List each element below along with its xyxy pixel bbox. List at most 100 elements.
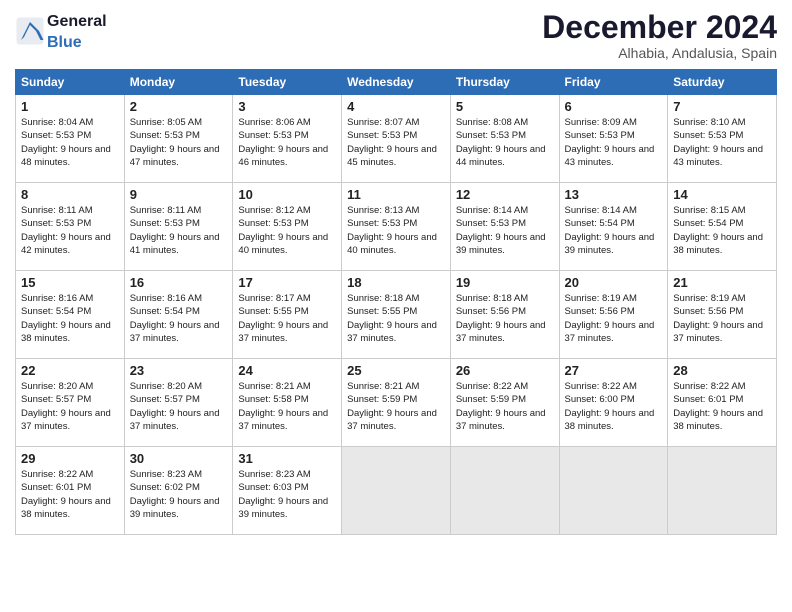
day-info: Sunrise: 8:13 AMSunset: 5:53 PMDaylight:… xyxy=(347,204,445,257)
day-info: Sunrise: 8:16 AMSunset: 5:54 PMDaylight:… xyxy=(21,292,119,345)
day-info: Sunrise: 8:16 AMSunset: 5:54 PMDaylight:… xyxy=(130,292,228,345)
day-number: 11 xyxy=(347,187,445,202)
table-row: 10 Sunrise: 8:12 AMSunset: 5:53 PMDayligh… xyxy=(233,183,342,271)
day-info: Sunrise: 8:17 AMSunset: 5:55 PMDaylight:… xyxy=(238,292,336,345)
table-row: 27 Sunrise: 8:22 AMSunset: 6:00 PMDayligh… xyxy=(559,359,668,447)
location-title: Alhabia, Andalusia, Spain xyxy=(542,45,777,61)
day-info: Sunrise: 8:05 AMSunset: 5:53 PMDaylight:… xyxy=(130,116,228,169)
day-number: 15 xyxy=(21,275,119,290)
day-number: 14 xyxy=(673,187,771,202)
logo-general: General xyxy=(47,13,107,30)
day-info: Sunrise: 8:22 AMSunset: 6:01 PMDaylight:… xyxy=(21,468,119,521)
table-row: 9 Sunrise: 8:11 AMSunset: 5:53 PMDaylight… xyxy=(124,183,233,271)
day-number: 24 xyxy=(238,363,336,378)
day-number: 1 xyxy=(21,99,119,114)
day-number: 9 xyxy=(130,187,228,202)
table-row: 26 Sunrise: 8:22 AMSunset: 5:59 PMDayligh… xyxy=(450,359,559,447)
day-info: Sunrise: 8:23 AMSunset: 6:02 PMDaylight:… xyxy=(130,468,228,521)
day-info: Sunrise: 8:18 AMSunset: 5:56 PMDaylight:… xyxy=(456,292,554,345)
day-number: 30 xyxy=(130,451,228,466)
day-info: Sunrise: 8:06 AMSunset: 5:53 PMDaylight:… xyxy=(238,116,336,169)
table-row: 4 Sunrise: 8:07 AMSunset: 5:53 PMDaylight… xyxy=(342,95,451,183)
logo-blue: Blue xyxy=(47,34,82,51)
day-number: 27 xyxy=(565,363,663,378)
day-number: 29 xyxy=(21,451,119,466)
table-row: 28Sunrise: 8:22 AMSunset: 6:01 PMDayligh… xyxy=(668,359,777,447)
day-info: Sunrise: 8:22 AMSunset: 6:00 PMDaylight:… xyxy=(565,380,663,433)
day-number: 26 xyxy=(456,363,554,378)
table-row: 31Sunrise: 8:23 AMSunset: 6:03 PMDayligh… xyxy=(233,447,342,535)
logo: General Blue xyxy=(15,10,107,52)
table-row: 23Sunrise: 8:20 AMSunset: 5:57 PMDayligh… xyxy=(124,359,233,447)
table-row: 22 Sunrise: 8:20 AMSunset: 5:57 PMDayligh… xyxy=(16,359,125,447)
table-row: 29 Sunrise: 8:22 AMSunset: 6:01 PMDayligh… xyxy=(16,447,125,535)
day-info: Sunrise: 8:11 AMSunset: 5:53 PMDaylight:… xyxy=(130,204,228,257)
header: General Blue December 2024 Alhabia, Anda… xyxy=(15,10,777,61)
table-row: 16 Sunrise: 8:16 AMSunset: 5:54 PMDayligh… xyxy=(124,271,233,359)
day-info: Sunrise: 8:04 AMSunset: 5:53 PMDaylight:… xyxy=(21,116,119,169)
day-number: 3 xyxy=(238,99,336,114)
page: General Blue December 2024 Alhabia, Anda… xyxy=(0,0,792,612)
table-row: 18Sunrise: 8:18 AMSunset: 5:55 PMDayligh… xyxy=(342,271,451,359)
table-row: 17 Sunrise: 8:17 AMSunset: 5:55 PMDayligh… xyxy=(233,271,342,359)
table-row: 14 Sunrise: 8:15 AMSunset: 5:54 PMDayligh… xyxy=(668,183,777,271)
day-info: Sunrise: 8:12 AMSunset: 5:53 PMDaylight:… xyxy=(238,204,336,257)
table-row xyxy=(342,447,451,535)
table-row: 21Sunrise: 8:19 AMSunset: 5:56 PMDayligh… xyxy=(668,271,777,359)
day-info: Sunrise: 8:10 AMSunset: 5:53 PMDaylight:… xyxy=(673,116,771,169)
day-number: 10 xyxy=(238,187,336,202)
calendar-table: Sunday Monday Tuesday Wednesday Thursday… xyxy=(15,69,777,535)
day-info: Sunrise: 8:08 AMSunset: 5:53 PMDaylight:… xyxy=(456,116,554,169)
col-friday: Friday xyxy=(559,70,668,95)
day-info: Sunrise: 8:09 AMSunset: 5:53 PMDaylight:… xyxy=(565,116,663,169)
day-number: 2 xyxy=(130,99,228,114)
day-info: Sunrise: 8:19 AMSunset: 5:56 PMDaylight:… xyxy=(673,292,771,345)
col-tuesday: Tuesday xyxy=(233,70,342,95)
day-number: 20 xyxy=(565,275,663,290)
table-row: 20 Sunrise: 8:19 AMSunset: 5:56 PMDayligh… xyxy=(559,271,668,359)
header-row: Sunday Monday Tuesday Wednesday Thursday… xyxy=(16,70,777,95)
table-row: 30 Sunrise: 8:23 AMSunset: 6:02 PMDayligh… xyxy=(124,447,233,535)
day-info: Sunrise: 8:07 AMSunset: 5:53 PMDaylight:… xyxy=(347,116,445,169)
day-number: 6 xyxy=(565,99,663,114)
table-row: 1 Sunrise: 8:04 AMSunset: 5:53 PMDaylight… xyxy=(16,95,125,183)
day-info: Sunrise: 8:21 AMSunset: 5:59 PMDaylight:… xyxy=(347,380,445,433)
table-row xyxy=(668,447,777,535)
week-row: 8 Sunrise: 8:11 AMSunset: 5:53 PMDaylight… xyxy=(16,183,777,271)
table-row: 12 Sunrise: 8:14 AMSunset: 5:53 PMDayligh… xyxy=(450,183,559,271)
day-info: Sunrise: 8:14 AMSunset: 5:53 PMDaylight:… xyxy=(456,204,554,257)
day-number: 17 xyxy=(238,275,336,290)
table-row: 15 Sunrise: 8:16 AMSunset: 5:54 PMDayligh… xyxy=(16,271,125,359)
day-number: 19 xyxy=(456,275,554,290)
table-row: 8 Sunrise: 8:11 AMSunset: 5:53 PMDaylight… xyxy=(16,183,125,271)
day-number: 8 xyxy=(21,187,119,202)
day-info: Sunrise: 8:18 AMSunset: 5:55 PMDaylight:… xyxy=(347,292,445,345)
day-info: Sunrise: 8:15 AMSunset: 5:54 PMDaylight:… xyxy=(673,204,771,257)
day-info: Sunrise: 8:20 AMSunset: 5:57 PMDaylight:… xyxy=(21,380,119,433)
day-number: 22 xyxy=(21,363,119,378)
table-row: 6 Sunrise: 8:09 AMSunset: 5:53 PMDaylight… xyxy=(559,95,668,183)
day-number: 12 xyxy=(456,187,554,202)
day-number: 28 xyxy=(673,363,771,378)
table-row: 24 Sunrise: 8:21 AMSunset: 5:58 PMDayligh… xyxy=(233,359,342,447)
day-number: 31 xyxy=(238,451,336,466)
month-title: December 2024 xyxy=(542,10,777,45)
table-row xyxy=(450,447,559,535)
day-info: Sunrise: 8:11 AMSunset: 5:53 PMDaylight:… xyxy=(21,204,119,257)
day-number: 4 xyxy=(347,99,445,114)
day-info: Sunrise: 8:19 AMSunset: 5:56 PMDaylight:… xyxy=(565,292,663,345)
col-saturday: Saturday xyxy=(668,70,777,95)
table-row: 2 Sunrise: 8:05 AMSunset: 5:53 PMDaylight… xyxy=(124,95,233,183)
week-row: 29 Sunrise: 8:22 AMSunset: 6:01 PMDayligh… xyxy=(16,447,777,535)
col-wednesday: Wednesday xyxy=(342,70,451,95)
day-number: 16 xyxy=(130,275,228,290)
logo-icon xyxy=(15,16,45,46)
col-monday: Monday xyxy=(124,70,233,95)
table-row: 19 Sunrise: 8:18 AMSunset: 5:56 PMDayligh… xyxy=(450,271,559,359)
col-sunday: Sunday xyxy=(16,70,125,95)
table-row: 25Sunrise: 8:21 AMSunset: 5:59 PMDayligh… xyxy=(342,359,451,447)
day-info: Sunrise: 8:22 AMSunset: 5:59 PMDaylight:… xyxy=(456,380,554,433)
day-number: 5 xyxy=(456,99,554,114)
day-info: Sunrise: 8:21 AMSunset: 5:58 PMDaylight:… xyxy=(238,380,336,433)
title-block: December 2024 Alhabia, Andalusia, Spain xyxy=(542,10,777,61)
